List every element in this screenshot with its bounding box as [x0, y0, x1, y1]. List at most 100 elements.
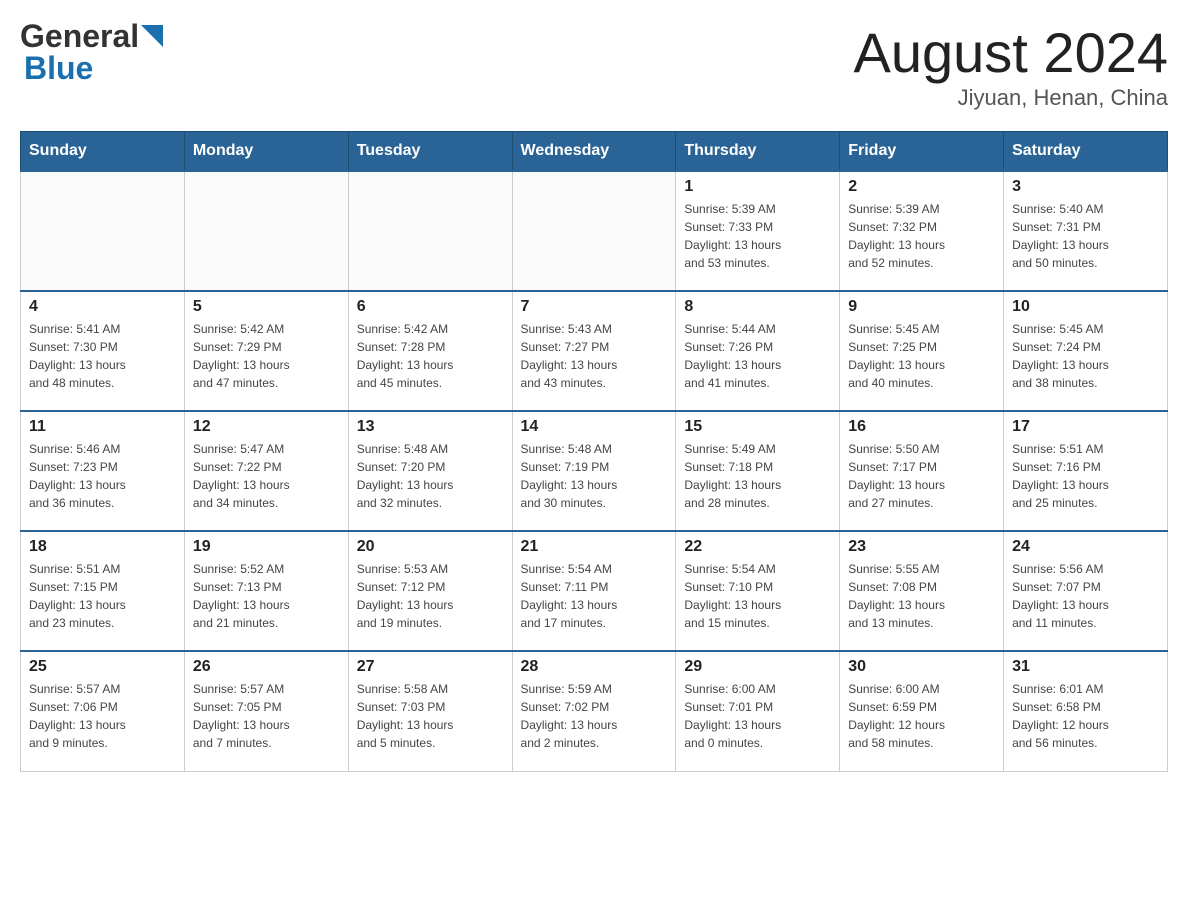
calendar-day-cell: 14 Sunrise: 5:48 AM Sunset: 7:19 PM Dayli… — [512, 411, 676, 531]
location: Jiyuan, Henan, China — [854, 85, 1168, 111]
day-number: 15 — [684, 418, 831, 436]
calendar-day-cell: 9 Sunrise: 5:45 AM Sunset: 7:25 PM Daylig… — [840, 291, 1004, 411]
day-number: 13 — [357, 418, 504, 436]
logo-blue-text: Blue — [24, 50, 93, 86]
day-info: Sunrise: 5:39 AM Sunset: 7:32 PM Dayligh… — [848, 200, 995, 272]
calendar-header-friday: Friday — [840, 132, 1004, 172]
day-info: Sunrise: 5:40 AM Sunset: 7:31 PM Dayligh… — [1012, 200, 1159, 272]
day-info: Sunrise: 5:46 AM Sunset: 7:23 PM Dayligh… — [29, 440, 176, 512]
day-number: 21 — [521, 538, 668, 556]
calendar-week-3: 11Sunrise: 5:46 AM Sunset: 7:23 PM Dayli… — [21, 411, 1168, 531]
day-info: Sunrise: 5:41 AM Sunset: 7:30 PM Dayligh… — [29, 320, 176, 392]
logo-arrow-icon — [141, 25, 163, 47]
calendar-day-cell: 23 Sunrise: 5:55 AM Sunset: 7:08 PM Dayli… — [840, 531, 1004, 651]
day-number: 1 — [684, 178, 831, 196]
day-number: 17 — [1012, 418, 1159, 436]
calendar-day-cell: 13Sunrise: 5:48 AM Sunset: 7:20 PM Dayli… — [348, 411, 512, 531]
calendar-header-thursday: Thursday — [676, 132, 840, 172]
calendar-day-cell — [512, 171, 676, 291]
calendar-header-wednesday: Wednesday — [512, 132, 676, 172]
day-info: Sunrise: 5:45 AM Sunset: 7:24 PM Dayligh… — [1012, 320, 1159, 392]
day-number: 20 — [357, 538, 504, 556]
logo-general-text: General — [20, 20, 139, 52]
calendar-week-2: 4 Sunrise: 5:41 AM Sunset: 7:30 PM Daylig… — [21, 291, 1168, 411]
calendar-header-row: SundayMondayTuesdayWednesdayThursdayFrid… — [21, 132, 1168, 172]
day-info: Sunrise: 5:45 AM Sunset: 7:25 PM Dayligh… — [848, 320, 995, 392]
calendar-day-cell: 3 Sunrise: 5:40 AM Sunset: 7:31 PM Daylig… — [1004, 171, 1168, 291]
calendar-day-cell: 11Sunrise: 5:46 AM Sunset: 7:23 PM Dayli… — [21, 411, 185, 531]
calendar-day-cell: 6 Sunrise: 5:42 AM Sunset: 7:28 PM Daylig… — [348, 291, 512, 411]
calendar-header-monday: Monday — [184, 132, 348, 172]
calendar-day-cell: 27Sunrise: 5:58 AM Sunset: 7:03 PM Dayli… — [348, 651, 512, 771]
day-info: Sunrise: 5:59 AM Sunset: 7:02 PM Dayligh… — [521, 680, 668, 752]
calendar-day-cell: 21Sunrise: 5:54 AM Sunset: 7:11 PM Dayli… — [512, 531, 676, 651]
calendar-day-cell: 25 Sunrise: 5:57 AM Sunset: 7:06 PM Dayli… — [21, 651, 185, 771]
day-number: 31 — [1012, 658, 1159, 676]
logo: General Blue — [20, 20, 163, 84]
day-number: 26 — [193, 658, 340, 676]
calendar-table: SundayMondayTuesdayWednesdayThursdayFrid… — [20, 131, 1168, 772]
calendar-day-cell: 10Sunrise: 5:45 AM Sunset: 7:24 PM Dayli… — [1004, 291, 1168, 411]
calendar-header-saturday: Saturday — [1004, 132, 1168, 172]
calendar-day-cell: 16 Sunrise: 5:50 AM Sunset: 7:17 PM Dayli… — [840, 411, 1004, 531]
day-info: Sunrise: 5:52 AM Sunset: 7:13 PM Dayligh… — [193, 560, 340, 632]
day-number: 4 — [29, 298, 176, 316]
calendar-day-cell — [348, 171, 512, 291]
day-info: Sunrise: 5:55 AM Sunset: 7:08 PM Dayligh… — [848, 560, 995, 632]
title-section: August 2024 Jiyuan, Henan, China — [854, 20, 1168, 111]
page-header: General Blue August 2024 Jiyuan, Henan, … — [20, 20, 1168, 111]
day-number: 25 — [29, 658, 176, 676]
calendar-day-cell: 20 Sunrise: 5:53 AM Sunset: 7:12 PM Dayli… — [348, 531, 512, 651]
day-info: Sunrise: 6:00 AM Sunset: 6:59 PM Dayligh… — [848, 680, 995, 752]
calendar-header-sunday: Sunday — [21, 132, 185, 172]
calendar-day-cell: 4 Sunrise: 5:41 AM Sunset: 7:30 PM Daylig… — [21, 291, 185, 411]
calendar-week-5: 25 Sunrise: 5:57 AM Sunset: 7:06 PM Dayli… — [21, 651, 1168, 771]
day-info: Sunrise: 5:50 AM Sunset: 7:17 PM Dayligh… — [848, 440, 995, 512]
day-info: Sunrise: 5:49 AM Sunset: 7:18 PM Dayligh… — [684, 440, 831, 512]
calendar-day-cell: 2 Sunrise: 5:39 AM Sunset: 7:32 PM Daylig… — [840, 171, 1004, 291]
calendar-day-cell: 15 Sunrise: 5:49 AM Sunset: 7:18 PM Dayli… — [676, 411, 840, 531]
day-info: Sunrise: 5:42 AM Sunset: 7:28 PM Dayligh… — [357, 320, 504, 392]
day-number: 18 — [29, 538, 176, 556]
calendar-day-cell: 18 Sunrise: 5:51 AM Sunset: 7:15 PM Dayli… — [21, 531, 185, 651]
day-number: 16 — [848, 418, 995, 436]
day-info: Sunrise: 5:57 AM Sunset: 7:06 PM Dayligh… — [29, 680, 176, 752]
day-number: 8 — [684, 298, 831, 316]
day-info: Sunrise: 5:42 AM Sunset: 7:29 PM Dayligh… — [193, 320, 340, 392]
day-info: Sunrise: 5:56 AM Sunset: 7:07 PM Dayligh… — [1012, 560, 1159, 632]
calendar-day-cell — [184, 171, 348, 291]
day-info: Sunrise: 5:39 AM Sunset: 7:33 PM Dayligh… — [684, 200, 831, 272]
calendar-day-cell: 12Sunrise: 5:47 AM Sunset: 7:22 PM Dayli… — [184, 411, 348, 531]
calendar-day-cell: 17 Sunrise: 5:51 AM Sunset: 7:16 PM Dayli… — [1004, 411, 1168, 531]
calendar-day-cell — [21, 171, 185, 291]
day-number: 3 — [1012, 178, 1159, 196]
calendar-day-cell: 24 Sunrise: 5:56 AM Sunset: 7:07 PM Dayli… — [1004, 531, 1168, 651]
calendar-day-cell: 28 Sunrise: 5:59 AM Sunset: 7:02 PM Dayli… — [512, 651, 676, 771]
day-number: 28 — [521, 658, 668, 676]
calendar-week-1: 1 Sunrise: 5:39 AM Sunset: 7:33 PM Daylig… — [21, 171, 1168, 291]
calendar-day-cell: 22Sunrise: 5:54 AM Sunset: 7:10 PM Dayli… — [676, 531, 840, 651]
day-number: 14 — [521, 418, 668, 436]
day-info: Sunrise: 5:53 AM Sunset: 7:12 PM Dayligh… — [357, 560, 504, 632]
day-info: Sunrise: 5:47 AM Sunset: 7:22 PM Dayligh… — [193, 440, 340, 512]
day-info: Sunrise: 5:44 AM Sunset: 7:26 PM Dayligh… — [684, 320, 831, 392]
day-info: Sunrise: 5:48 AM Sunset: 7:19 PM Dayligh… — [521, 440, 668, 512]
calendar-day-cell: 5 Sunrise: 5:42 AM Sunset: 7:29 PM Daylig… — [184, 291, 348, 411]
day-number: 24 — [1012, 538, 1159, 556]
calendar-day-cell: 8 Sunrise: 5:44 AM Sunset: 7:26 PM Daylig… — [676, 291, 840, 411]
day-number: 9 — [848, 298, 995, 316]
day-info: Sunrise: 5:51 AM Sunset: 7:15 PM Dayligh… — [29, 560, 176, 632]
day-info: Sunrise: 5:54 AM Sunset: 7:10 PM Dayligh… — [684, 560, 831, 632]
day-number: 6 — [357, 298, 504, 316]
day-number: 5 — [193, 298, 340, 316]
calendar-day-cell: 1 Sunrise: 5:39 AM Sunset: 7:33 PM Daylig… — [676, 171, 840, 291]
day-number: 23 — [848, 538, 995, 556]
day-info: Sunrise: 5:51 AM Sunset: 7:16 PM Dayligh… — [1012, 440, 1159, 512]
calendar-day-cell: 30Sunrise: 6:00 AM Sunset: 6:59 PM Dayli… — [840, 651, 1004, 771]
calendar-day-cell: 19Sunrise: 5:52 AM Sunset: 7:13 PM Dayli… — [184, 531, 348, 651]
calendar-day-cell: 29Sunrise: 6:00 AM Sunset: 7:01 PM Dayli… — [676, 651, 840, 771]
day-info: Sunrise: 5:57 AM Sunset: 7:05 PM Dayligh… — [193, 680, 340, 752]
day-number: 27 — [357, 658, 504, 676]
day-number: 2 — [848, 178, 995, 196]
calendar-day-cell: 26 Sunrise: 5:57 AM Sunset: 7:05 PM Dayli… — [184, 651, 348, 771]
